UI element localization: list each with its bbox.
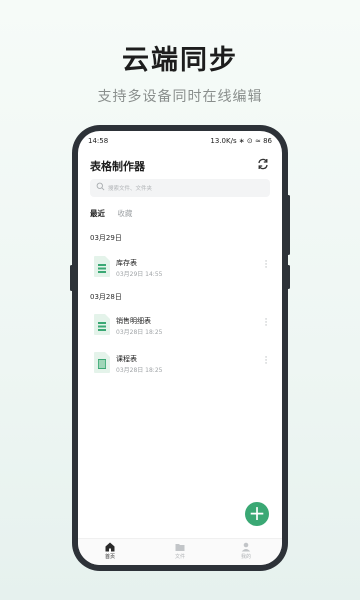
file-date: 03月28日 18:25 [116, 367, 163, 374]
spreadsheet-file-icon [94, 352, 110, 373]
status-bar: 14:58 13.0K/s ∗ ⊙ ≈ 86 [88, 137, 272, 149]
add-file-button[interactable]: + [245, 502, 269, 526]
phone-side-button [70, 265, 73, 291]
tab-favorites[interactable]: 收藏 [117, 208, 132, 219]
sync-icon[interactable] [256, 157, 270, 171]
file-item[interactable]: 课程表 03月28日 18:25 · · · [90, 352, 274, 380]
phone-volume-button [287, 195, 290, 255]
hero-subtitle: 支持多设备同时在线编辑 [97, 89, 263, 105]
folder-icon [175, 544, 185, 551]
section-date: 03月28日 [90, 293, 122, 301]
nav-files-label: 文件 [174, 554, 185, 560]
home-icon [105, 542, 115, 552]
app-screen: 14:58 13.0K/s ∗ ⊙ ≈ 86 表格制作器 搜索文件、文件夹 最近… [78, 131, 282, 565]
file-name: 课程表 [116, 355, 137, 363]
person-icon [241, 542, 251, 552]
search-placeholder: 搜索文件、文件夹 [108, 186, 153, 192]
file-name: 销售明细表 [116, 317, 151, 325]
nav-profile[interactable]: 我的 [226, 542, 266, 560]
spreadsheet-file-icon [94, 314, 110, 335]
search-input[interactable]: 搜索文件、文件夹 [90, 179, 270, 197]
tab-bar: 最近 收藏 [90, 208, 142, 219]
nav-files[interactable]: 文件 [160, 542, 200, 560]
section-date: 03月29日 [90, 234, 122, 242]
spreadsheet-file-icon [94, 256, 110, 277]
phone-power-button [287, 265, 290, 289]
hero-title: 云端同步 [122, 45, 238, 76]
status-indicators: 13.0K/s ∗ ⊙ ≈ 86 [210, 137, 272, 145]
status-time: 14:58 [88, 137, 109, 145]
file-item[interactable]: 销售明细表 03月28日 18:25 · · · [90, 314, 274, 342]
nav-profile-label: 我的 [240, 554, 251, 560]
more-options-icon[interactable]: · · · [264, 258, 268, 273]
file-date: 03月29日 14:55 [116, 271, 163, 278]
more-options-icon[interactable]: · · · [264, 316, 268, 331]
file-item[interactable]: 库存表 03月29日 14:55 · · · [90, 256, 274, 284]
bottom-nav: 首页 文件 我的 [78, 538, 282, 565]
file-date: 03月28日 18:25 [116, 329, 163, 336]
app-title: 表格制作器 [90, 160, 145, 173]
more-options-icon[interactable]: · · · [264, 354, 268, 369]
nav-home-label: 首页 [104, 554, 115, 560]
file-name: 库存表 [116, 259, 137, 267]
tab-recent[interactable]: 最近 [90, 208, 105, 219]
search-icon [96, 182, 105, 191]
nav-home[interactable]: 首页 [90, 542, 130, 560]
